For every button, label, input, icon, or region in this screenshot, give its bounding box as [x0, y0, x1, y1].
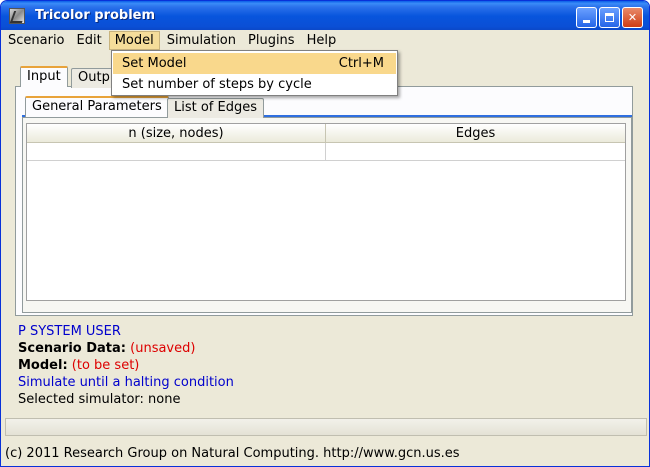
column-header-n[interactable]: n (size, nodes)	[27, 124, 326, 143]
title-bar[interactable]: Tricolor problem ✕	[1, 1, 649, 31]
menu-help[interactable]: Help	[302, 31, 342, 50]
window-title: Tricolor problem	[35, 8, 156, 23]
menu-plugins[interactable]: Plugins	[243, 31, 300, 50]
tab-input[interactable]: Input	[20, 66, 68, 87]
table-cell-n[interactable]	[27, 143, 326, 161]
maximize-button[interactable]	[599, 7, 620, 28]
menu-model[interactable]: Model	[108, 31, 160, 50]
minimize-icon	[583, 20, 590, 23]
scenario-data-value: (unsaved)	[130, 341, 196, 356]
tab-list-of-edges[interactable]: List of Edges	[167, 98, 265, 118]
app-icon[interactable]	[9, 8, 25, 24]
menu-scenario[interactable]: Scenario	[3, 31, 70, 50]
maximize-icon	[605, 13, 614, 22]
set-model-label: Set Model	[122, 56, 187, 71]
set-steps-label: Set number of steps by cycle	[122, 77, 312, 92]
set-model-shortcut: Ctrl+M	[338, 56, 384, 71]
footer-copyright: (c) 2011 Research Group on Natural Compu…	[5, 446, 460, 461]
close-button[interactable]: ✕	[622, 7, 643, 28]
column-header-edges[interactable]: Edges	[326, 124, 625, 143]
close-icon: ✕	[627, 11, 638, 24]
selected-simulator-line: Selected simulator: none	[18, 392, 181, 407]
menu-edit[interactable]: Edit	[72, 31, 107, 50]
app-window: Tricolor problem ✕ Scenario Edit Model S…	[0, 0, 650, 467]
scenario-data-label: Scenario Data:	[18, 341, 126, 356]
model-line: Model: (to be set)	[18, 357, 139, 374]
table-cell-edges[interactable]	[326, 143, 625, 161]
progress-bar	[5, 418, 647, 436]
minimize-button[interactable]	[576, 7, 597, 28]
psystem-label: P SYSTEM USER	[18, 324, 121, 339]
model-value: (to be set)	[71, 358, 140, 373]
model-menu-dropdown: Set Model Ctrl+M Set number of steps by …	[111, 50, 398, 96]
menu-item-set-model[interactable]: Set Model Ctrl+M	[113, 53, 396, 74]
scenario-data-line: Scenario Data: (unsaved)	[18, 340, 195, 357]
menu-simulation[interactable]: Simulation	[162, 31, 241, 50]
simulate-mode-line: Simulate until a halting condition	[18, 375, 234, 390]
tab-output[interactable]: Outp	[71, 68, 117, 88]
menu-item-set-steps[interactable]: Set number of steps by cycle	[113, 74, 396, 95]
menu-bar: Scenario Edit Model Simulation Plugins H…	[1, 30, 649, 51]
model-label: Model:	[18, 358, 68, 373]
parameters-table: n (size, nodes) Edges	[26, 123, 626, 301]
tab-general-parameters[interactable]: General Parameters	[25, 96, 169, 117]
